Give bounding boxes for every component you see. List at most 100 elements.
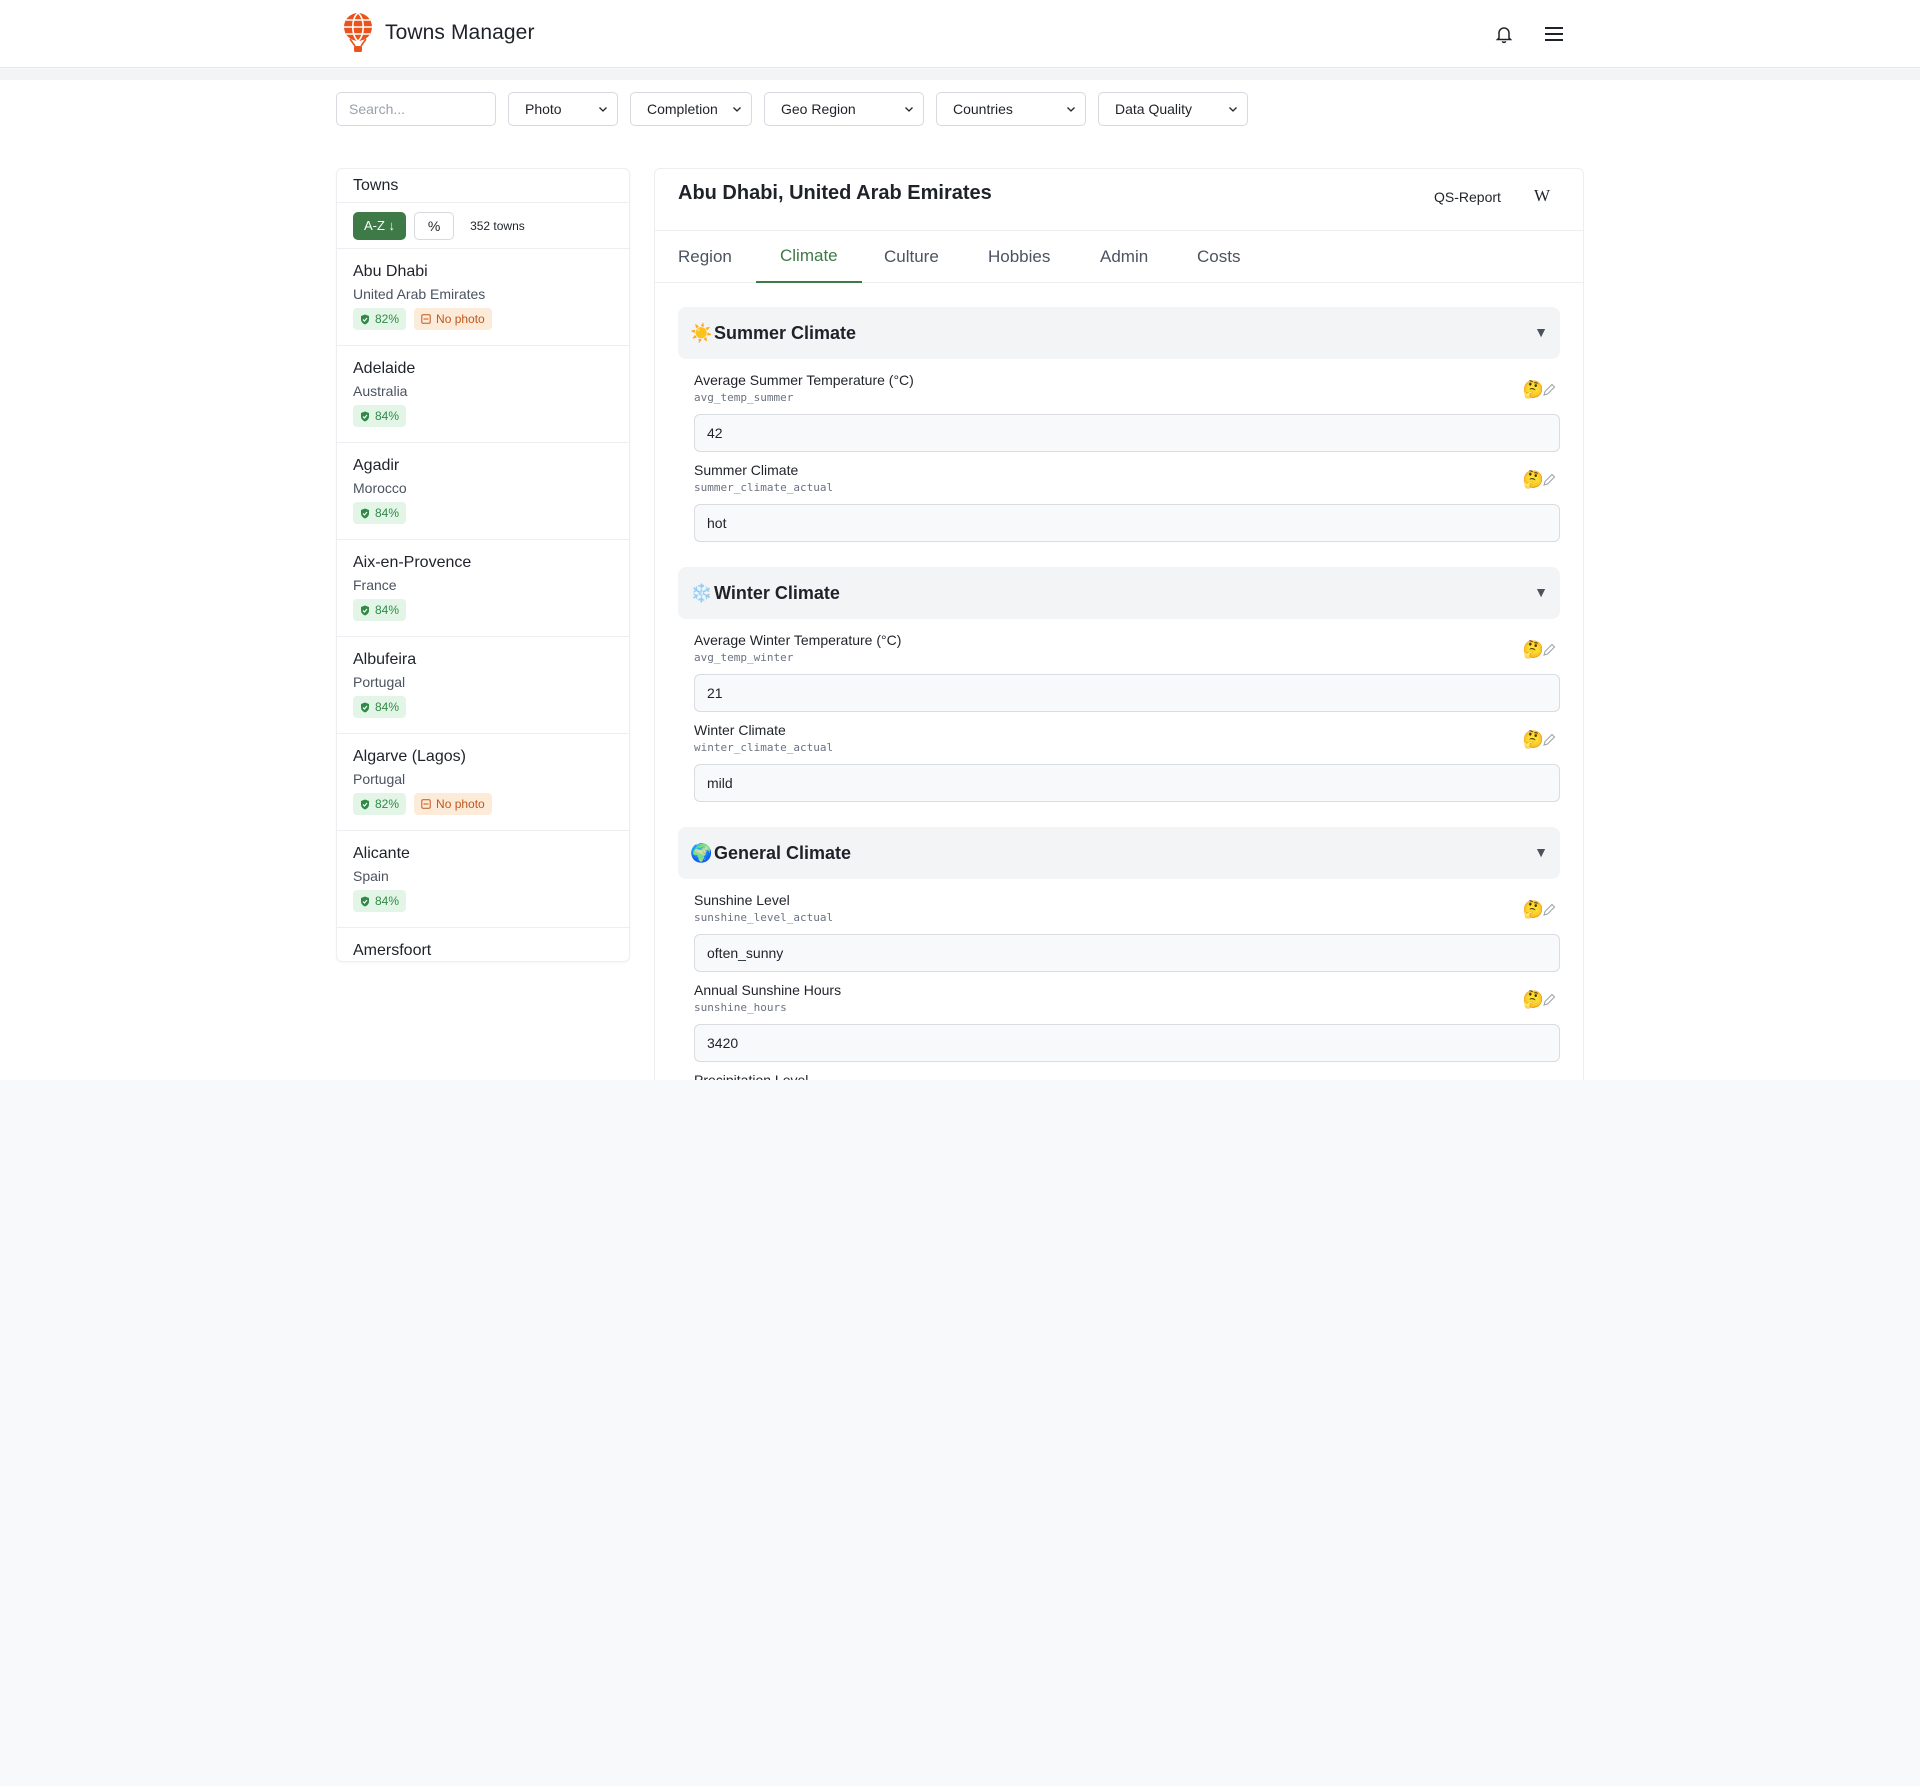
- pencil-icon[interactable]: [1542, 993, 1556, 1007]
- geo-region-filter-label: Geo Region: [781, 101, 856, 117]
- field-summer-climate: Summer Climate summer_climate_actual 🤔: [694, 462, 1560, 542]
- completion-filter-label: Completion: [647, 101, 718, 117]
- sort-az-button[interactable]: A-Z ↓: [353, 211, 407, 240]
- geo-region-filter[interactable]: Geo Region: [764, 92, 924, 126]
- town-list-item[interactable]: Aix-en-Provence France 84%: [337, 540, 629, 637]
- field-key: summer_climate_actual: [694, 481, 834, 494]
- tab-admin[interactable]: Admin: [1100, 231, 1148, 283]
- chevron-down-icon: [905, 107, 913, 112]
- tab-hobbies[interactable]: Hobbies: [988, 231, 1050, 283]
- avg-temp-summer-input[interactable]: [694, 414, 1560, 452]
- completion-badge: 84%: [353, 696, 407, 718]
- collapse-caret-icon: ▼: [1534, 324, 1548, 340]
- collapse-caret-icon: ▼: [1534, 844, 1548, 860]
- brand[interactable]: Towns Manager: [341, 12, 535, 54]
- field-label: Annual Sunshine Hours: [694, 982, 842, 998]
- countries-filter[interactable]: Countries: [936, 92, 1086, 126]
- thinking-face-icon[interactable]: 🤔: [1523, 380, 1544, 400]
- photo-filter[interactable]: Photo: [508, 92, 618, 126]
- filter-bar: Photo Completion Geo Region Countries Da…: [336, 92, 1248, 126]
- no-photo-label: No photo: [436, 797, 485, 811]
- completion-badge: 82%: [353, 308, 407, 330]
- town-list-item[interactable]: Albufeira Portugal 84%: [337, 637, 629, 734]
- town-list-item[interactable]: Agadir Morocco 84%: [337, 443, 629, 540]
- pencil-icon[interactable]: [1542, 473, 1556, 487]
- pencil-icon[interactable]: [1542, 383, 1556, 397]
- towns-panel: Towns A-Z ↓ % 352 towns Abu Dhabi United…: [336, 168, 630, 962]
- town-list-item[interactable]: Amersfoort: [337, 928, 629, 961]
- winter-climate-section-header[interactable]: ❄️ Winter Climate ▼: [678, 567, 1560, 619]
- field-label: Precipitation Level: [694, 1072, 809, 1080]
- thinking-face-icon[interactable]: 🤔: [1523, 990, 1544, 1010]
- snowflake-icon: ❄️: [690, 582, 713, 603]
- data-quality-filter[interactable]: Data Quality: [1098, 92, 1248, 126]
- tab-climate[interactable]: Climate: [756, 231, 862, 283]
- globe-icon: 🌍: [690, 842, 713, 863]
- pencil-icon[interactable]: [1542, 643, 1556, 657]
- town-list-item[interactable]: Algarve (Lagos) Portugal 82% No photo: [337, 734, 629, 831]
- field-label: Average Summer Temperature (°C): [694, 372, 914, 388]
- town-country: France: [353, 577, 397, 593]
- search-input[interactable]: [336, 92, 496, 126]
- shield-check-icon: [361, 411, 369, 421]
- field-precipitation-level: Precipitation Level: [694, 1072, 1560, 1080]
- avg-temp-winter-input[interactable]: [694, 674, 1560, 712]
- winter-climate-input[interactable]: [694, 764, 1560, 802]
- town-country: Portugal: [353, 674, 406, 690]
- detail-tabs: Region Climate Culture Hobbies Admin Cos…: [655, 231, 1583, 283]
- top-bar: Towns Manager: [0, 0, 1920, 68]
- tab-region[interactable]: Region: [678, 231, 732, 283]
- bell-icon[interactable]: [1490, 20, 1518, 48]
- field-key: avg_temp_summer: [694, 391, 794, 404]
- thinking-face-icon[interactable]: 🤔: [1523, 640, 1544, 660]
- town-name: Aix-en-Provence: [353, 554, 472, 571]
- field-key: sunshine_level_actual: [694, 911, 834, 924]
- tab-costs[interactable]: Costs: [1197, 231, 1240, 283]
- field-key: avg_temp_winter: [694, 651, 794, 664]
- thinking-face-icon[interactable]: 🤔: [1523, 470, 1544, 490]
- town-count: 352 towns: [470, 218, 525, 233]
- field-sunshine-level: Sunshine Level sunshine_level_actual 🤔: [694, 892, 1560, 972]
- image-off-icon: [421, 314, 431, 324]
- data-quality-filter-label: Data Quality: [1115, 101, 1193, 117]
- completion-filter[interactable]: Completion: [630, 92, 752, 126]
- town-list-item[interactable]: Alicante Spain 84%: [337, 831, 629, 928]
- thinking-face-icon[interactable]: 🤔: [1523, 900, 1544, 920]
- field-label: Winter Climate: [694, 722, 786, 738]
- shield-check-icon: [361, 314, 369, 324]
- field-label: Summer Climate: [694, 462, 799, 478]
- summer-climate-section-header[interactable]: ☀️ Summer Climate ▼: [678, 307, 1560, 359]
- field-key: sunshine_hours: [694, 1001, 787, 1014]
- towns-panel-title: Towns: [337, 169, 629, 203]
- completion-percent: 84%: [375, 700, 400, 714]
- qs-report-button[interactable]: QS-Report: [1434, 189, 1501, 205]
- field-key: winter_climate_actual: [694, 741, 834, 754]
- pencil-icon[interactable]: [1542, 733, 1556, 747]
- page-lower-background: [0, 1080, 1920, 1786]
- photo-filter-label: Photo: [525, 101, 562, 117]
- pencil-icon[interactable]: [1542, 903, 1556, 917]
- field-winter-climate: Winter Climate winter_climate_actual 🤔: [694, 722, 1560, 802]
- section-title: General Climate: [714, 842, 852, 863]
- hamburger-menu-icon[interactable]: [1540, 20, 1568, 48]
- completion-badge: 84%: [353, 502, 407, 524]
- towns-sort-toolbar: A-Z ↓ % 352 towns: [337, 203, 629, 249]
- collapse-caret-icon: ▼: [1534, 584, 1548, 600]
- town-name: Adelaide: [353, 360, 416, 377]
- field-tools: 🤔: [1523, 380, 1556, 400]
- shield-check-icon: [361, 896, 369, 906]
- town-list-item[interactable]: Abu Dhabi United Arab Emirates 82% No ph…: [337, 249, 629, 346]
- app-title: Towns Manager: [385, 21, 535, 44]
- wikipedia-icon[interactable]: W: [1534, 186, 1550, 206]
- sort-percent-button[interactable]: %: [414, 211, 455, 240]
- chevron-down-icon: [733, 107, 741, 112]
- sunshine-level-input[interactable]: [694, 934, 1560, 972]
- tab-culture[interactable]: Culture: [884, 231, 939, 283]
- town-list-item[interactable]: Adelaide Australia 84%: [337, 346, 629, 443]
- thinking-face-icon[interactable]: 🤔: [1523, 730, 1544, 750]
- summer-climate-input[interactable]: [694, 504, 1560, 542]
- sunshine-hours-input[interactable]: [694, 1024, 1560, 1062]
- general-climate-section-header[interactable]: 🌍 General Climate ▼: [678, 827, 1560, 879]
- shield-check-icon: [361, 508, 369, 518]
- completion-badge: 82%: [353, 793, 407, 815]
